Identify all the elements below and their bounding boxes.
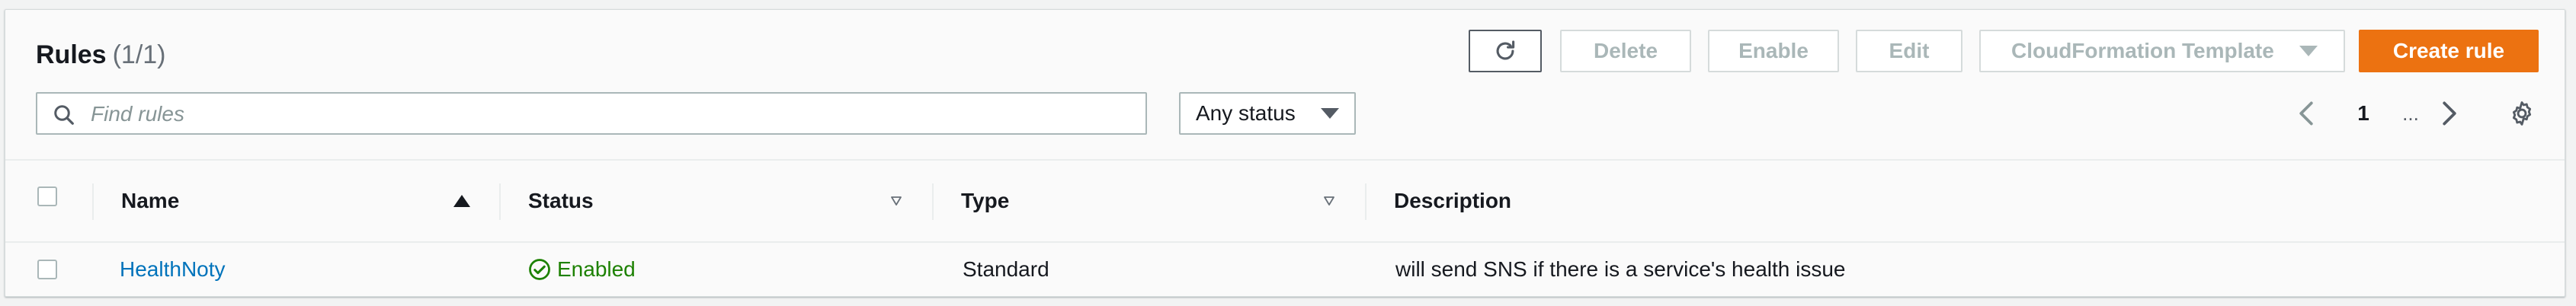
caret-down-icon — [1321, 108, 1339, 119]
status-filter-select[interactable]: Any status — [1179, 92, 1356, 135]
column-header-name[interactable]: Name — [121, 161, 479, 241]
next-page-button[interactable] — [2438, 92, 2461, 135]
delete-button[interactable]: Delete — [1560, 30, 1691, 72]
rule-type-cell: Standard — [963, 243, 1049, 296]
rule-name-cell: HealthNoty — [120, 243, 226, 296]
current-page-number[interactable]: 1 — [2348, 92, 2379, 135]
rule-description-text: will send SNS if there is a service's he… — [1395, 257, 1846, 281]
preferences-button[interactable] — [2508, 92, 2536, 135]
page-title: Rules (1/1) — [36, 40, 166, 70]
previous-page-button[interactable] — [2295, 92, 2318, 135]
cloudformation-template-dropdown[interactable]: CloudFormation Template — [1979, 30, 2345, 72]
status-filter-value: Any status — [1196, 101, 1296, 125]
column-divider — [499, 183, 501, 220]
column-header-status-label: Status — [528, 189, 594, 212]
table-header: Name Status Type Description — [5, 159, 2565, 243]
check-circle-icon — [529, 259, 550, 280]
select-all-checkbox[interactable] — [37, 186, 57, 206]
rule-type-text: Standard — [963, 257, 1049, 281]
panel-header: Rules (1/1) Delete Enable Edit CloudForma… — [5, 10, 2565, 159]
rule-name-link[interactable]: HealthNoty — [120, 257, 226, 282]
refresh-icon — [1496, 40, 1515, 60]
search-input[interactable] — [89, 98, 1129, 130]
gear-icon — [2512, 101, 2532, 126]
column-header-type-label: Type — [961, 189, 1010, 212]
column-divider — [932, 183, 934, 220]
title-text: Rules — [36, 40, 107, 69]
status-badge: Enabled — [528, 257, 636, 282]
column-divider — [92, 183, 94, 220]
sort-ascending-icon — [453, 195, 470, 207]
pagination-ellipsis: ... — [2402, 101, 2419, 125]
sort-icon — [1324, 196, 1334, 206]
sort-icon — [891, 196, 902, 206]
table-row[interactable]: HealthNoty Enabled Standard will send SN… — [5, 243, 2565, 296]
rules-count: (1/1) — [112, 40, 166, 69]
column-header-description-label: Description — [1394, 189, 1512, 212]
column-header-name-label: Name — [121, 189, 180, 212]
column-header-status[interactable]: Status — [528, 161, 909, 241]
search-field[interactable] — [36, 92, 1147, 135]
column-divider — [1365, 183, 1366, 220]
status-text: Enabled — [557, 257, 636, 281]
rule-description-cell: will send SNS if there is a service's he… — [1395, 243, 1846, 296]
chevron-right-icon — [2443, 101, 2456, 126]
edit-button[interactable]: Edit — [1856, 30, 1962, 72]
create-rule-button[interactable]: Create rule — [2359, 30, 2539, 72]
refresh-button[interactable] — [1469, 30, 1542, 72]
column-header-description: Description — [1394, 161, 1851, 241]
enable-button[interactable]: Enable — [1708, 30, 1839, 72]
column-header-type[interactable]: Type — [961, 161, 1342, 241]
search-icon — [54, 105, 74, 125]
cloudformation-template-label: CloudFormation Template — [2011, 39, 2274, 62]
caret-down-icon — [2299, 46, 2318, 56]
rules-panel: Rules (1/1) Delete Enable Edit CloudForma… — [5, 9, 2565, 297]
rule-status-cell: Enabled — [528, 243, 636, 296]
chevron-left-icon — [2299, 101, 2313, 126]
row-select-checkbox[interactable] — [37, 260, 57, 279]
